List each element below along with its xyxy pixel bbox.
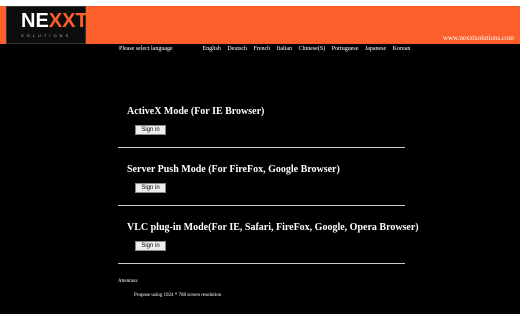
logo: NEXXT SOLUTIONS (6, 6, 88, 44)
attention-text: Propose using 1024 * 768 screen resoluti… (134, 293, 222, 298)
language-link-chinese[interactable]: Chinese(S) (299, 46, 326, 52)
site-url[interactable]: www.nexxtsolutions.com (443, 34, 514, 42)
logo-subtext: SOLUTIONS (21, 33, 72, 38)
server-push-mode-title: Server Push Mode (For FireFox, Google Br… (127, 164, 340, 175)
divider (118, 263, 405, 264)
language-link-italian[interactable]: Italian (277, 46, 292, 52)
attention-title: Attention: (118, 279, 139, 284)
language-bar: Please select language English Deutsch F… (119, 46, 415, 52)
language-link-korean[interactable]: Korean (393, 46, 411, 52)
page: www.nexxtsolutions.com NEXXT SOLUTIONS P… (0, 0, 520, 314)
activex-sign-in-button[interactable]: Sign in (135, 125, 166, 135)
language-link-english[interactable]: English (203, 46, 221, 52)
logo-text-part2: XXT (48, 10, 88, 32)
divider (118, 205, 405, 206)
vlc-sign-in-button[interactable]: Sign in (135, 241, 166, 251)
divider (118, 147, 405, 148)
language-link-portuguese[interactable]: Portuguese (332, 46, 359, 52)
logo-text-part1: NE (21, 10, 49, 32)
language-link-french[interactable]: French (254, 46, 271, 52)
language-link-deutsch[interactable]: Deutsch (227, 46, 247, 52)
logo-text: NEXXT (21, 11, 88, 31)
vlc-mode-title: VLC plug-in Mode(For IE, Safari, FireFox… (127, 222, 419, 233)
language-link-japanese[interactable]: Japanese (365, 46, 386, 52)
server-push-sign-in-button[interactable]: Sign in (135, 183, 166, 193)
language-label: Please select language (119, 46, 173, 52)
activex-mode-title: ActiveX Mode (For IE Browser) (127, 106, 265, 117)
